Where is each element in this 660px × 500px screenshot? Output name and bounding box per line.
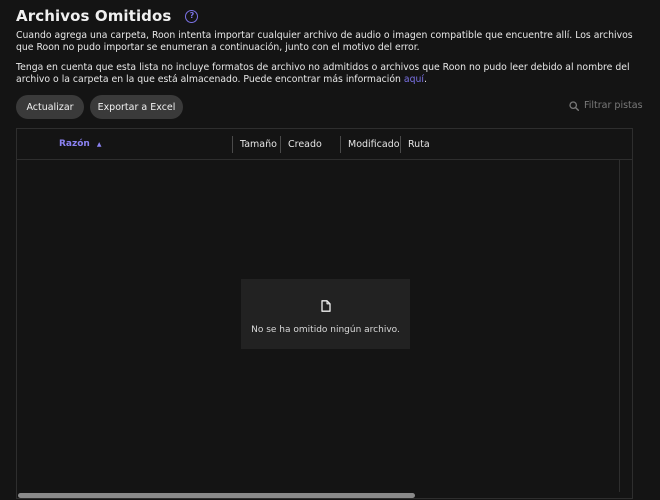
more-info-link[interactable]: aquí <box>404 74 424 85</box>
skipped-files-page: Archivos Omitidos ? Cuando agrega una ca… <box>0 0 660 500</box>
refresh-button[interactable]: Actualizar <box>16 95 84 119</box>
column-header-reason[interactable]: Razón ▲ <box>59 129 101 159</box>
description-paragraph-2-text: Tenga en cuenta que esta lista no incluy… <box>16 62 630 86</box>
table-header: Razón ▲ Tamaño Creado Modificado Ruta <box>17 129 632 160</box>
horizontal-scrollbar[interactable] <box>18 493 633 498</box>
column-header-path-label: Ruta <box>408 138 430 150</box>
export-excel-button[interactable]: Exportar a Excel <box>90 95 183 119</box>
empty-state: No se ha omitido ningún archivo. <box>241 279 410 349</box>
question-circle-icon[interactable]: ? <box>185 9 199 23</box>
skipped-files-table: Razón ▲ Tamaño Creado Modificado Ruta No… <box>16 128 633 499</box>
column-header-size-label: Tamaño <box>240 138 277 150</box>
column-header-size[interactable]: Tamaño <box>232 129 277 159</box>
search-icon <box>569 100 579 111</box>
column-header-created-label: Creado <box>288 138 322 150</box>
column-header-path[interactable]: Ruta <box>400 129 430 159</box>
sort-ascending-icon: ▲ <box>96 140 102 148</box>
description-paragraph-2: Tenga en cuenta que esta lista no incluy… <box>16 62 640 87</box>
column-header-modified[interactable]: Modificado <box>340 129 400 159</box>
column-header-reason-label: Razón <box>59 139 90 149</box>
page-title: Archivos Omitidos <box>16 7 172 25</box>
file-icon <box>320 297 331 316</box>
column-header-modified-label: Modificado <box>348 138 400 150</box>
description-paragraph-1: Cuando agrega una carpeta, Roon intenta … <box>16 30 633 54</box>
page-header: Archivos Omitidos ? <box>16 7 199 25</box>
horizontal-scrollbar-thumb[interactable] <box>18 493 415 498</box>
vertical-scrollbar[interactable] <box>619 160 620 492</box>
filter-tracks-input[interactable] <box>584 100 644 111</box>
description-paragraph-2-end: . <box>423 74 427 86</box>
filter-tracks[interactable] <box>569 100 644 111</box>
empty-state-message: No se ha omitido ningún archivo. <box>251 325 400 335</box>
column-header-created[interactable]: Creado <box>280 129 322 159</box>
